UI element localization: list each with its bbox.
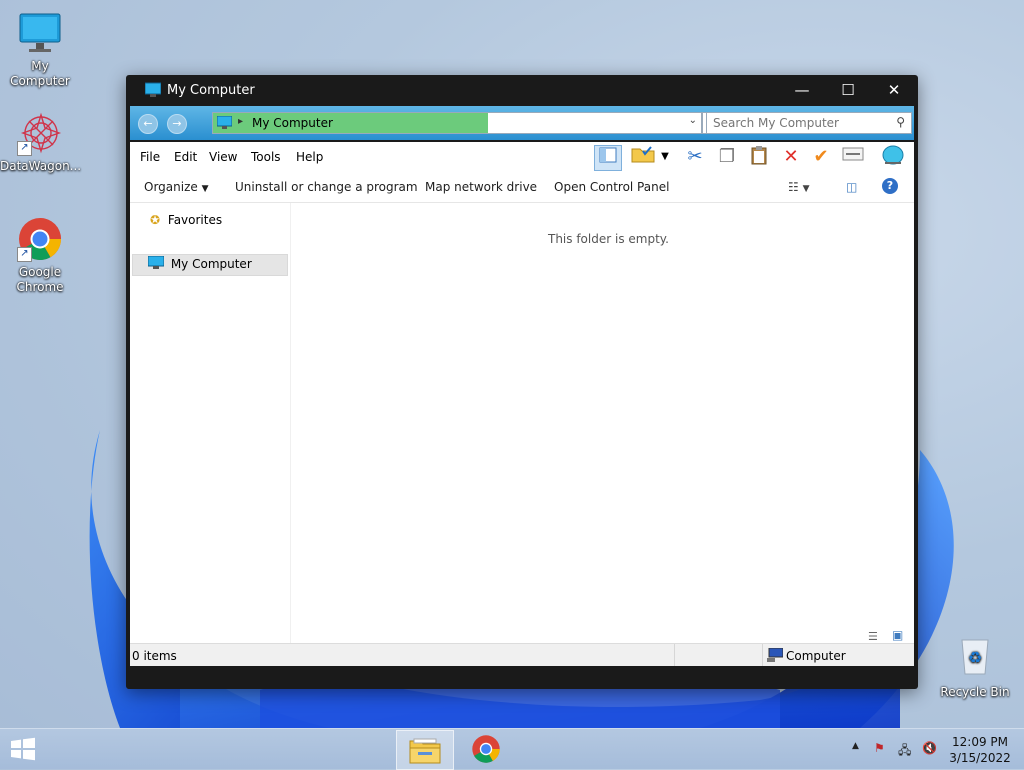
network-icon[interactable]: 🖧 xyxy=(898,741,911,762)
maximize-button[interactable]: ☐ xyxy=(825,75,871,106)
file-explorer-icon xyxy=(409,738,441,764)
copy-icon[interactable]: ❐ xyxy=(714,145,740,169)
shortcut-arrow-icon: ↗ xyxy=(17,247,32,262)
start-button[interactable] xyxy=(8,737,38,764)
monitor-icon xyxy=(147,255,165,273)
scissors-icon[interactable]: ✂ xyxy=(682,145,708,169)
desktop-icon-datawagon[interactable]: ↗ DataWagon... xyxy=(0,110,82,174)
desktop-icon-my-computer[interactable]: My Computer xyxy=(0,10,80,89)
item-count: 0 items xyxy=(132,649,177,663)
title-bar[interactable]: My Computer — ☐ ✕ xyxy=(126,75,918,106)
breadcrumb-my-computer[interactable]: My Computer xyxy=(252,116,333,130)
properties-icon[interactable] xyxy=(840,145,866,169)
command-bar: Organize ▼ Uninstall or change a program… xyxy=(130,172,914,203)
search-icon[interactable]: ⚲ xyxy=(896,115,905,129)
preview-pane-icon[interactable] xyxy=(594,145,622,171)
datawagon-logo-icon: ↗ xyxy=(17,110,63,156)
forward-button[interactable]: → xyxy=(167,114,187,134)
sidebar-item-label: Favorites xyxy=(167,213,223,227)
preview-pane-toggle-icon[interactable]: ◫ xyxy=(846,180,857,194)
back-button[interactable]: ← xyxy=(138,114,158,134)
desktop-icon-label: Google Chrome xyxy=(16,265,64,294)
large-icons-view-icon[interactable]: ▣ xyxy=(892,628,903,642)
windows-logo-icon xyxy=(11,737,35,761)
menu-view[interactable]: View xyxy=(209,150,237,164)
globe-icon[interactable] xyxy=(880,145,906,169)
chevron-down-icon[interactable]: ▼ xyxy=(658,145,672,169)
clock-date: 3/15/2022 xyxy=(949,751,1011,765)
desktop-icon-recycle-bin[interactable]: ♻ Recycle Bin xyxy=(935,636,1015,700)
monitor-icon xyxy=(144,82,162,101)
window-title: My Computer xyxy=(167,83,255,98)
search-input[interactable] xyxy=(713,116,883,130)
desktop-icon-label: DataWagon... xyxy=(0,159,82,173)
shortcut-arrow-icon: ↗ xyxy=(17,141,32,156)
minimize-button[interactable]: — xyxy=(779,75,825,106)
taskbar: ▲ ⚑ 🖧 🔇 12:09 PM 3/15/2022 xyxy=(0,728,1024,770)
chrome-icon: ↗ xyxy=(17,216,63,262)
menu-bar: File Edit View Tools Help ▼ ✂ ❐ ✕ ✔ xyxy=(130,142,914,172)
chevron-down-icon: ▼ xyxy=(201,184,209,194)
explorer-window: My Computer — ☐ ✕ ← → ▸ My Computer ⌄ ✕ … xyxy=(126,75,918,689)
address-input[interactable]: ▸ My Computer ⌄ xyxy=(212,112,702,134)
show-hidden-icons-button[interactable]: ▲ xyxy=(852,741,859,751)
chrome-icon xyxy=(472,735,500,763)
organize-button[interactable]: Organize ▼ xyxy=(144,180,209,194)
sidebar-item-my-computer[interactable]: My Computer xyxy=(147,255,252,273)
delete-icon[interactable]: ✕ xyxy=(778,145,804,169)
status-bar: 0 items Computer xyxy=(130,643,914,666)
desktop-icon-google-chrome[interactable]: ↗ Google Chrome xyxy=(0,216,80,295)
map-network-drive-button[interactable]: Map network drive xyxy=(425,180,537,194)
sidebar-item-label: My Computer xyxy=(170,257,252,271)
navigation-pane: ✪ Favorites My Computer xyxy=(130,203,291,643)
breadcrumb-separator-icon[interactable]: ▸ xyxy=(238,116,243,127)
folder-check-icon[interactable] xyxy=(630,145,656,169)
desktop-icon-label: My Computer xyxy=(10,59,70,88)
volume-muted-icon[interactable]: 🔇 xyxy=(922,741,937,755)
menu-file[interactable]: File xyxy=(140,150,160,164)
open-control-panel-button[interactable]: Open Control Panel xyxy=(554,180,669,194)
system-clock[interactable]: 12:09 PM 3/15/2022 xyxy=(948,734,1012,766)
close-button[interactable]: ✕ xyxy=(871,75,917,106)
monitor-icon xyxy=(17,10,63,56)
organize-label: Organize xyxy=(144,180,198,194)
details-view-icon[interactable]: ☰ xyxy=(868,630,878,643)
action-center-flag-icon[interactable]: ⚑ xyxy=(874,741,885,755)
help-icon[interactable]: ? xyxy=(882,178,898,194)
menu-edit[interactable]: Edit xyxy=(174,150,197,164)
taskbar-file-explorer[interactable] xyxy=(396,730,454,770)
desktop-icon-label: Recycle Bin xyxy=(940,685,1010,699)
svg-text:♻: ♻ xyxy=(968,648,982,667)
search-box[interactable]: ⚲ xyxy=(706,112,912,134)
status-location: Computer xyxy=(786,649,846,663)
view-options-icon[interactable]: ☷ ▼ xyxy=(788,180,810,194)
paste-icon[interactable] xyxy=(746,145,772,169)
menu-tools[interactable]: Tools xyxy=(251,150,281,164)
menu-help[interactable]: Help xyxy=(296,150,323,164)
empty-folder-message: This folder is empty. xyxy=(548,232,669,246)
uninstall-program-button[interactable]: Uninstall or change a program xyxy=(235,180,418,194)
monitor-icon xyxy=(216,115,233,132)
star-icon: ✪ xyxy=(150,213,161,227)
checkmark-icon[interactable]: ✔ xyxy=(808,145,834,169)
taskbar-google-chrome[interactable] xyxy=(458,730,514,768)
address-bar-area: ← → ▸ My Computer ⌄ ✕ ⚲ xyxy=(130,106,914,140)
sidebar-item-favorites[interactable]: ✪ Favorites xyxy=(150,213,222,227)
clock-time: 12:09 PM xyxy=(952,735,1008,749)
computer-icon xyxy=(767,647,784,665)
recycle-bin-icon: ♻ xyxy=(952,636,998,682)
chevron-down-icon[interactable]: ⌄ xyxy=(689,115,697,126)
window-body: File Edit View Tools Help ▼ ✂ ❐ ✕ ✔ Orga… xyxy=(130,142,914,666)
